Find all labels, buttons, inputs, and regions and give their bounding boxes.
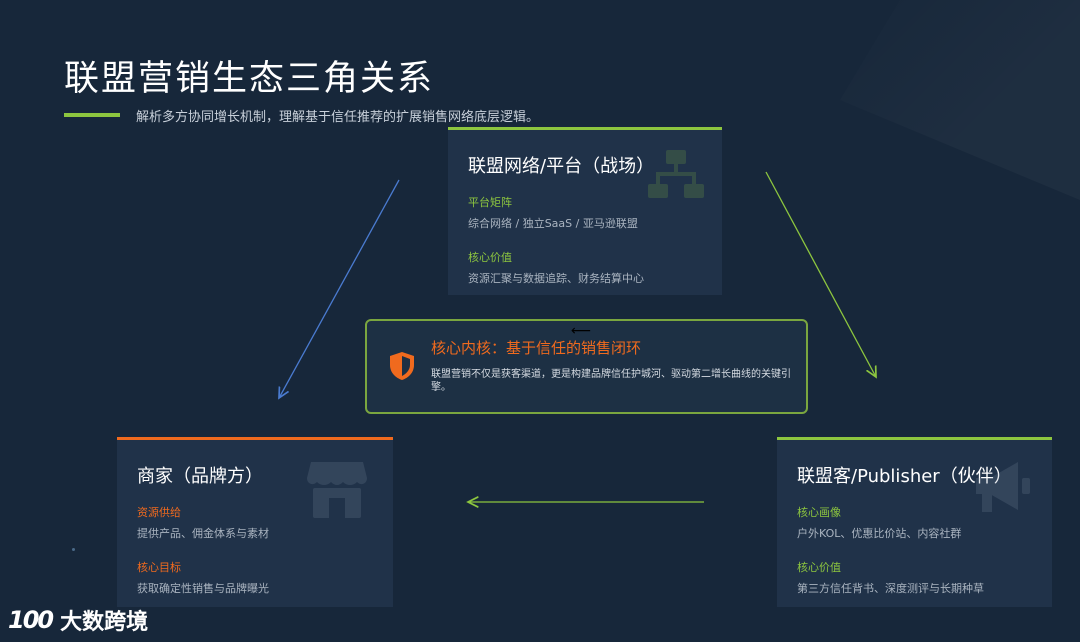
megaphone-icon — [976, 462, 1030, 512]
merchant-sec1-text: 提供产品、佣金体系与素材 — [137, 527, 269, 540]
platform-card: 联盟网络/平台（战场） 平台矩阵 综合网络 / 独立SaaS / 亚马逊联盟 核… — [448, 127, 722, 295]
publisher-sec1-text: 户外KOL、优惠比价站、内容社群 — [797, 527, 962, 540]
publisher-card: 联盟客/Publisher（伙伴） 核心画像 户外KOL、优惠比价站、内容社群 … — [777, 437, 1052, 607]
platform-sec2-label: 核心价值 — [468, 251, 512, 264]
merchant-card: 商家（品牌方） 资源供给 提供产品、佣金体系与素材 核心目标 获取确定性销售与品… — [117, 437, 393, 607]
platform-sec1-text: 综合网络 / 独立SaaS / 亚马逊联盟 — [468, 217, 638, 230]
logo-text: 大数跨境 — [60, 610, 149, 635]
publisher-sec2-text: 第三方信任背书、深度测评与长期种草 — [797, 582, 984, 595]
logo-mark-icon: 100 — [8, 606, 54, 634]
platform-sec2-text: 资源汇聚与数据追踪、财务结算中心 — [468, 272, 644, 285]
store-icon — [307, 462, 367, 518]
core-box: ⟵ 核心内核：基于信任的销售闭环 联盟营销不仅是获客渠道，更是构建品牌信任护城河… — [365, 319, 808, 414]
decorative-dot — [72, 548, 75, 551]
publisher-sec2-label: 核心价值 — [797, 561, 841, 574]
core-title: 核心内核：基于信任的销售闭环 — [431, 339, 642, 357]
network-icon — [648, 150, 704, 198]
merchant-sec2-label: 核心目标 — [137, 561, 181, 574]
brand-logo: 100 大数跨境 — [8, 604, 148, 636]
merchant-sec2-text: 获取确定性销售与品牌曝光 — [137, 582, 269, 595]
shield-icon — [390, 352, 414, 380]
core-text: 联盟营销不仅是获客渠道，更是构建品牌信任护城河、驱动第二增长曲线的关键引擎。 — [431, 369, 791, 393]
